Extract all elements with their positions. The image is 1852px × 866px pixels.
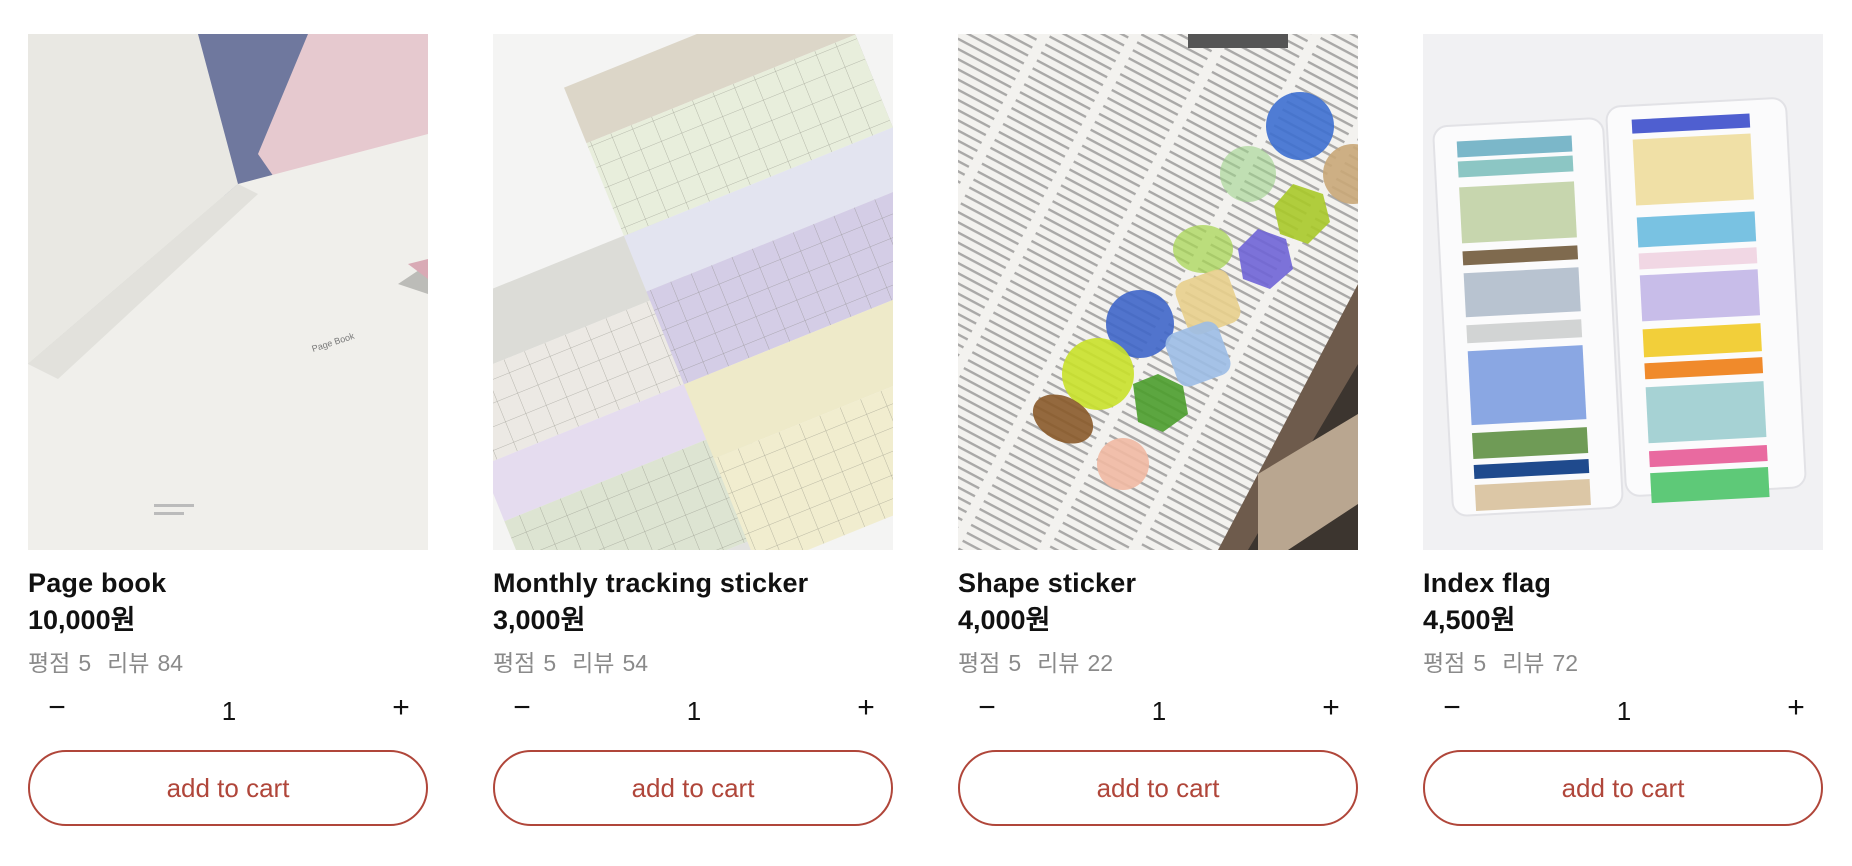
rating-label: 평점 <box>28 650 71 676</box>
product-image-index-flag[interactable] <box>1423 34 1823 550</box>
product-price: 4,000원 <box>958 605 1051 635</box>
review-label: 리뷰 <box>1502 650 1545 676</box>
increment-button[interactable]: + <box>1781 693 1811 723</box>
rating-value: 5 <box>1008 650 1022 676</box>
product-meta: 평점 5 리뷰 72 <box>1423 648 1823 678</box>
review-label: 리뷰 <box>572 650 615 676</box>
product-image-shape-sticker[interactable] <box>958 34 1358 550</box>
shape-sticker-image <box>958 34 1358 550</box>
review-count: 22 <box>1087 650 1114 676</box>
product-image-notebook[interactable]: Page Book <box>28 34 428 550</box>
product-card-shape-sticker: Shape sticker 4,000원 평점 5 리뷰 22 − 1 + add … <box>958 34 1358 826</box>
product-card-index-flag: Index flag 4,500원 평점 5 리뷰 72 − 1 + add to … <box>1423 34 1823 826</box>
decrement-button[interactable]: − <box>42 693 72 723</box>
product-meta: 평점 5 리뷰 22 <box>958 648 1358 678</box>
quantity-stepper: − 1 + <box>28 690 428 727</box>
decrement-button[interactable]: − <box>507 693 537 723</box>
add-to-cart-button[interactable]: add to cart <box>493 750 893 826</box>
decrement-button[interactable]: − <box>1437 693 1467 723</box>
product-price: 3,000원 <box>493 605 586 635</box>
quantity-stepper: − 1 + <box>1423 690 1823 727</box>
product-card-monthly-tracking-sticker: Monthly tracking sticker 3,000원 평점 5 리뷰 54… <box>493 34 893 826</box>
product-card-page-book: Page Book Page book 10,000원 평점 5 리뷰 84 − 1… <box>28 34 428 826</box>
product-price: 4,500원 <box>1423 605 1516 635</box>
increment-button[interactable]: + <box>851 693 881 723</box>
quantity-stepper: − 1 + <box>958 690 1358 727</box>
product-name[interactable]: Shape sticker <box>958 566 1358 600</box>
add-to-cart-button[interactable]: add to cart <box>28 750 428 826</box>
review-count: 54 <box>622 650 649 676</box>
decrement-button[interactable]: − <box>972 693 1002 723</box>
quantity-stepper: − 1 + <box>493 690 893 727</box>
product-image-calendar-sticker[interactable] <box>493 34 893 550</box>
increment-button[interactable]: + <box>386 693 416 723</box>
review-count: 84 <box>157 650 184 676</box>
add-to-cart-button[interactable]: add to cart <box>958 750 1358 826</box>
rating-value: 5 <box>1473 650 1487 676</box>
quantity-value[interactable]: 1 <box>687 696 701 726</box>
product-meta: 평점 5 리뷰 54 <box>493 648 893 678</box>
review-label: 리뷰 <box>107 650 150 676</box>
product-price: 10,000원 <box>28 605 136 635</box>
review-label: 리뷰 <box>1037 650 1080 676</box>
add-to-cart-button[interactable]: add to cart <box>1423 750 1823 826</box>
product-name[interactable]: Page book <box>28 566 428 600</box>
calendar-sticker-image <box>493 34 893 550</box>
product-meta: 평점 5 리뷰 84 <box>28 648 428 678</box>
index-flag-image <box>1423 34 1823 550</box>
quantity-value[interactable]: 1 <box>1617 696 1631 726</box>
quantity-value[interactable]: 1 <box>222 696 236 726</box>
rating-value: 5 <box>543 650 557 676</box>
product-grid: Page Book Page book 10,000원 평점 5 리뷰 84 − 1… <box>28 34 1823 826</box>
rating-label: 평점 <box>493 650 536 676</box>
product-name[interactable]: Monthly tracking sticker <box>493 566 893 600</box>
rating-label: 평점 <box>1423 650 1466 676</box>
quantity-value[interactable]: 1 <box>1152 696 1166 726</box>
rating-value: 5 <box>78 650 92 676</box>
product-name[interactable]: Index flag <box>1423 566 1823 600</box>
increment-button[interactable]: + <box>1316 693 1346 723</box>
notebook-image: Page Book <box>28 34 428 550</box>
rating-label: 평점 <box>958 650 1001 676</box>
review-count: 72 <box>1552 650 1579 676</box>
